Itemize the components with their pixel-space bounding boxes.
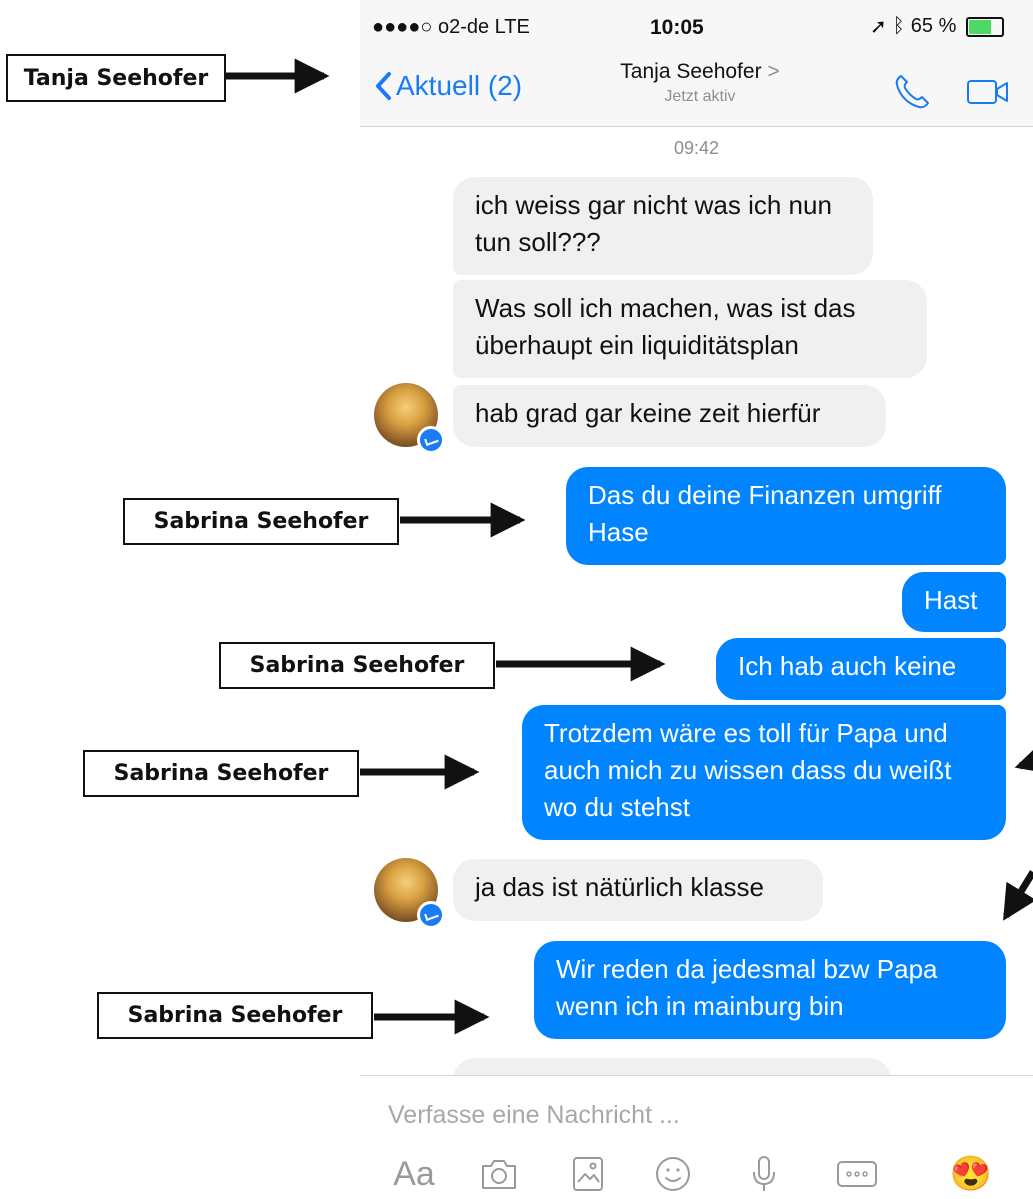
annotation-label: Sabrina Seehofer	[123, 498, 399, 545]
annotation-label: Sabrina Seehofer	[83, 750, 359, 797]
annotation-label: Sabrina Seehofer	[97, 992, 373, 1039]
message-input[interactable]	[386, 1094, 990, 1136]
message-bubble-outgoing[interactable]: Das du deine Finanzen umgriff Hase	[566, 467, 1006, 565]
status-right: ➚ ᛒ 65 %	[870, 14, 1005, 39]
annotation-label-header: Tanja Seehofer	[6, 54, 226, 102]
battery-percent: 65 %	[910, 15, 957, 37]
message-bubble-outgoing[interactable]: Wir reden da jedesmal bzw Papa wenn ich …	[534, 941, 1006, 1039]
bluetooth-icon: ᛒ	[892, 15, 905, 37]
message-bubble-incoming[interactable]: hab grad gar keine zeit hierfür	[453, 385, 886, 447]
back-label: Aktuell (2)	[396, 70, 523, 101]
conversation-header: Aktuell (2) Tanja Seehofer > Jetzt aktiv	[360, 56, 1033, 127]
status-bar: ●●●●○ o2-de LTE 10:05 ➚ ᛒ 65 %	[360, 0, 1033, 56]
message-bubble-outgoing[interactable]: Ich hab auch keine	[716, 638, 1006, 700]
status-time: 10:05	[650, 16, 704, 39]
carrier-label: ●●●●○ o2-de LTE	[372, 16, 530, 38]
chevron-right-icon: >	[767, 60, 780, 83]
microphone-icon[interactable]	[744, 1154, 784, 1194]
contact-name[interactable]: Tanja Seehofer >	[600, 60, 800, 84]
message-bubble-incoming[interactable]: Was soll ich machen, was ist das überhau…	[453, 280, 927, 378]
more-options-icon[interactable]	[834, 1154, 880, 1194]
sticker-smiley-icon[interactable]	[651, 1154, 695, 1194]
camera-icon[interactable]	[477, 1154, 521, 1194]
message-bubble-incoming[interactable]: ja das ist nätürlich klasse	[453, 859, 823, 921]
message-bubble-outgoing[interactable]: Trotzdem wäre es toll für Papa und auch …	[522, 705, 1006, 840]
annotation-label: Sabrina Seehofer	[219, 642, 495, 689]
text-format-button[interactable]: Aa	[386, 1154, 442, 1194]
video-call-icon[interactable]	[966, 76, 1010, 108]
contact-status: Jetzt aktiv	[664, 88, 736, 105]
phone-call-icon[interactable]	[892, 72, 932, 112]
messenger-badge-icon	[417, 426, 445, 454]
gallery-icon[interactable]	[566, 1154, 610, 1194]
messenger-badge-icon	[417, 901, 445, 929]
location-arrow-icon: ➚	[870, 16, 887, 38]
message-bubble-outgoing[interactable]: Hast	[902, 572, 1006, 632]
battery-fill	[969, 19, 992, 34]
battery-icon	[966, 16, 1005, 37]
back-button[interactable]: Aktuell (2)	[374, 70, 522, 102]
messenger-screen: ●●●●○ o2-de LTE 10:05 ➚ ᛒ 65 % Aktuell (…	[360, 0, 1033, 1199]
chevron-left-icon	[376, 72, 391, 100]
emoji-reaction-button[interactable]: 😍	[946, 1154, 996, 1194]
message-bubble-incoming[interactable]: ich weiss gar nicht was ich nun tun soll…	[453, 177, 873, 275]
message-composer: Aa 😍	[360, 1075, 1033, 1199]
message-timestamp: 09:42	[673, 138, 720, 158]
